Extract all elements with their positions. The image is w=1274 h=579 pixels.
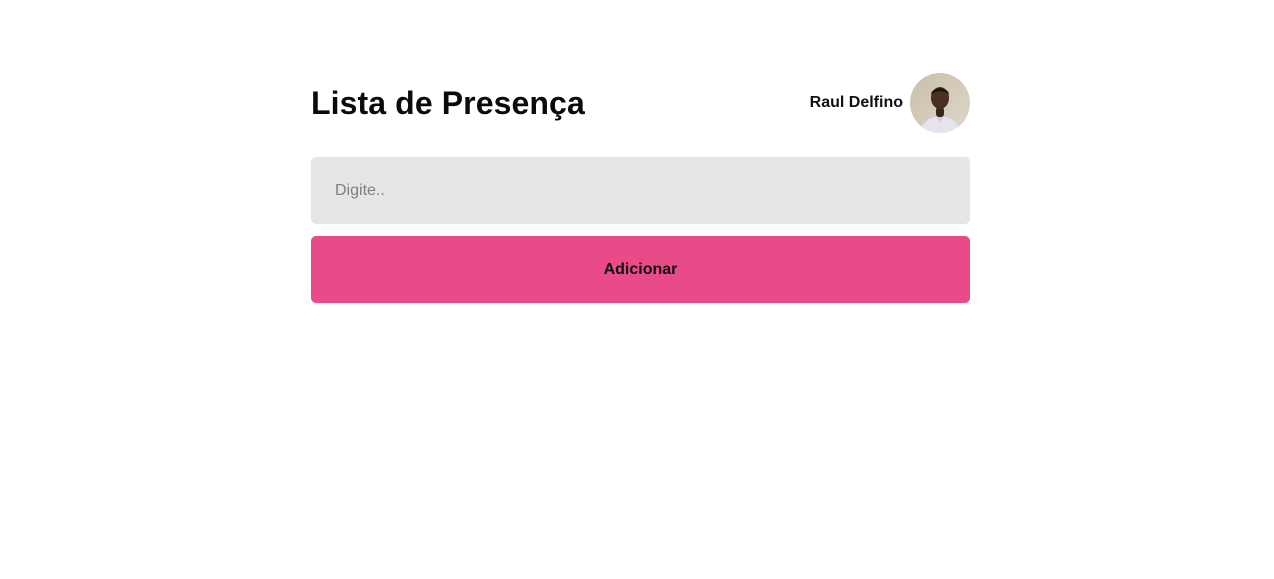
avatar	[910, 73, 970, 133]
user-profile: Raul Delfino	[810, 73, 970, 133]
user-name: Raul Delfino	[809, 94, 903, 111]
main-container: Lista de Presença Raul Delfino Digite.. …	[311, 72, 970, 303]
add-button[interactable]: Adicionar	[311, 236, 970, 303]
user-avatar-icon	[910, 73, 970, 133]
page-header: Lista de Presença Raul Delfino	[311, 72, 970, 134]
name-input[interactable]	[311, 157, 970, 224]
page-title: Lista de Presença	[311, 84, 585, 121]
